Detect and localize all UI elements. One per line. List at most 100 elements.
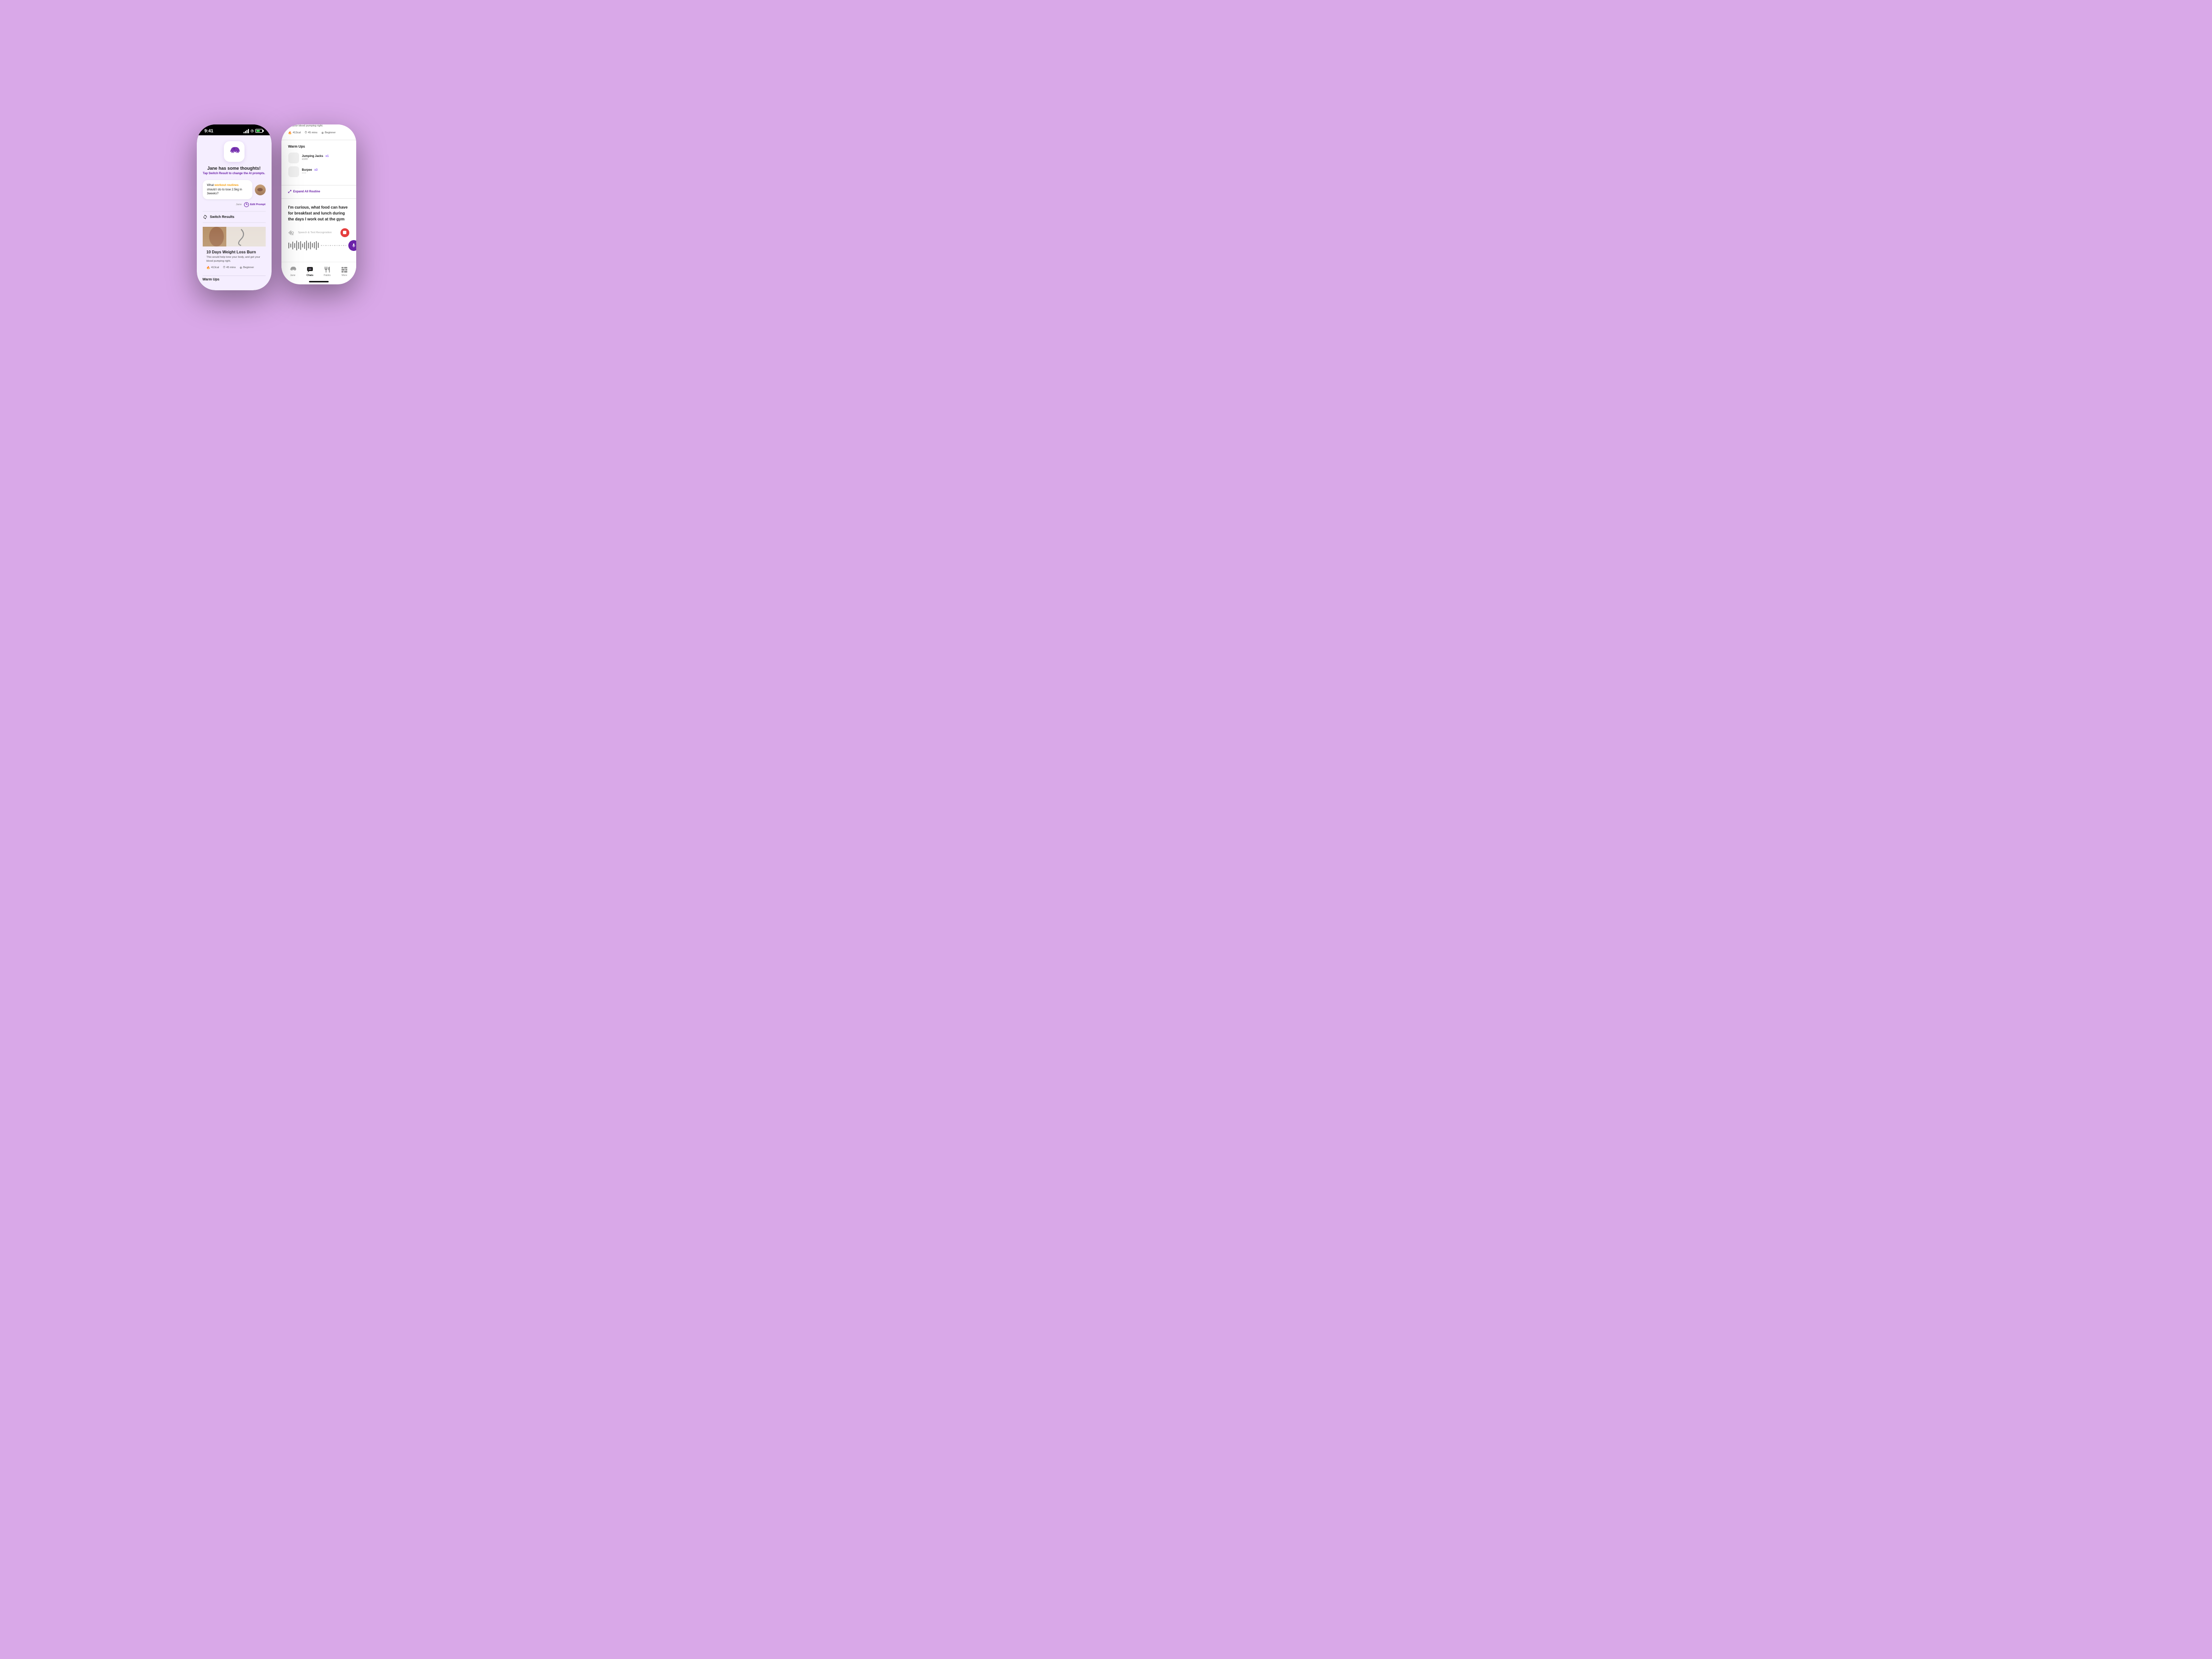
signal-bars-icon — [244, 129, 249, 133]
screen-right: get your blood pumping right. 🔥 413cal ⏱… — [281, 124, 356, 282]
greeting-highlight[interactable]: Switch Result — [209, 172, 228, 175]
exercise-info-burpee: Burpee x3 x15 — [302, 169, 349, 175]
greeting-suffix: to change the AI prompts. — [229, 172, 265, 175]
chat-date: Jane — [236, 203, 242, 206]
warm-ups-right: Warm Ups Jumping Jacks x1 x100 — [281, 140, 356, 185]
exercise-thumb-burpee — [288, 166, 299, 177]
chat-bubble-wrap: What workout routines should I do to los… — [203, 180, 266, 199]
habits-nav-label: Habits — [324, 274, 331, 277]
chat-meta: Jane ✎ Edit Prompt — [203, 202, 266, 207]
cal-stat-right: 🔥 413cal — [288, 131, 301, 135]
greeting-title: Jane has some thoughts! — [203, 166, 266, 171]
calories-stat: 🔥 413cal — [207, 266, 219, 270]
level-stat: ⊕ Beginner — [240, 266, 254, 270]
home-indicator — [309, 281, 329, 282]
time-display: 9:41 — [205, 128, 214, 133]
warm-ups-title-right: Warm Ups — [288, 145, 349, 149]
workout-desc-right: get your blood pumping right. — [288, 124, 349, 128]
switch-results-label: Switch Results — [210, 215, 235, 219]
lvl-val-right: Beginner — [325, 131, 336, 134]
level-icon: ⊕ — [240, 266, 242, 270]
edit-prompt-button[interactable]: ✎ Edit Prompt — [244, 202, 265, 207]
exercise-row-burpee: Burpee x3 x15 — [288, 166, 349, 177]
lvl-icon-right: ⊕ — [321, 131, 324, 135]
mic-button[interactable] — [348, 240, 356, 251]
nav-item-jane[interactable]: Jane — [289, 266, 296, 277]
exercise-row-jumping-jacks: Jumping Jacks x1 x100 — [288, 153, 349, 163]
workout-description: This would help tone your body, and get … — [207, 256, 262, 263]
jane-icon — [289, 266, 296, 273]
warm-ups-title-left: Warm Ups — [203, 278, 266, 283]
workout-title: 10 Days Weight Loss Burn — [207, 250, 262, 254]
app-icon — [224, 141, 245, 162]
waveform-active — [288, 241, 319, 250]
exercise-thumb-jumping-jacks — [288, 153, 299, 163]
dur-stat-right: ⏱ 45 mins — [305, 131, 317, 135]
cal-val-right: 413cal — [293, 131, 301, 134]
workout-stats: 🔥 413cal ⏱ 45 mins ⊕ Beginner — [207, 266, 262, 270]
habits-icon — [324, 266, 331, 273]
chat-highlight: workout routines — [215, 184, 239, 187]
chats-nav-icon — [307, 266, 313, 273]
chat-text-suffix: should I do to lose 2.5kg in 3weeks? — [207, 188, 242, 195]
workout-info: 10 Days Weight Loss Burn This would help… — [203, 246, 266, 273]
workout-image — [203, 227, 266, 246]
exercise-count-jumping-jacks: x100 — [302, 158, 349, 161]
flame-icon-right: 🔥 — [288, 131, 292, 135]
habits-nav-icon — [324, 266, 331, 273]
jane-nav-label: Jane — [290, 274, 296, 277]
clock-icon: ⏱ — [223, 266, 225, 270]
question-text: I'm curious, what food can have for brea… — [288, 205, 349, 222]
workout-stats-right: 🔥 413cal ⏱ 45 mins ⊕ Beginner — [288, 131, 349, 135]
phone-left: 9:41 ◷ — [197, 124, 272, 290]
fitness-logo-icon — [229, 146, 240, 157]
right-scroll-top: get your blood pumping right. 🔥 413cal ⏱… — [281, 124, 356, 140]
status-icons: ◷ — [244, 129, 263, 133]
phone-right: get your blood pumping right. 🔥 413cal ⏱… — [281, 124, 356, 284]
nav-item-habits[interactable]: Habits — [324, 266, 331, 277]
switch-icon — [203, 215, 208, 219]
greeting-prefix: Tap — [203, 172, 209, 175]
expand-label: Expand All Routine — [293, 190, 320, 193]
nav-item-more[interactable]: More — [341, 266, 348, 277]
chats-icon — [307, 266, 313, 273]
flame-icon: 🔥 — [207, 266, 210, 270]
nav-item-chats[interactable]: Chats — [307, 266, 313, 277]
more-nav-icon — [341, 266, 348, 273]
duration-value: 45 mins — [226, 266, 236, 269]
waveform-dots — [321, 245, 346, 246]
more-icon — [341, 266, 348, 273]
stop-recording-button[interactable] — [340, 228, 349, 237]
phones-container: 9:41 ◷ — [197, 124, 356, 290]
chats-nav-label: Chats — [307, 274, 313, 277]
exercise-info-jumping-jacks: Jumping Jacks x1 x100 — [302, 155, 349, 161]
screen-left: Jane has some thoughts! Tap Switch Resul… — [197, 135, 272, 290]
bottom-nav: Jane Chats — [281, 262, 356, 279]
exercise-badge-burpee: x3 — [314, 169, 318, 172]
app-icon-wrap — [203, 141, 266, 162]
level-value: Beginner — [243, 266, 254, 269]
stop-icon — [343, 231, 346, 234]
speech-recognition-row: Speech & Text Recognistion — [288, 228, 349, 237]
battery-icon — [255, 129, 264, 133]
expand-all-routine-button[interactable]: ⤢ Expand All Routine — [281, 185, 356, 199]
more-nav-label: More — [341, 274, 347, 277]
mic-icon — [351, 243, 356, 248]
switch-results-button[interactable]: Switch Results — [203, 211, 266, 223]
wifi-icon: ◷ — [250, 129, 253, 133]
lvl-stat-right: ⊕ Beginner — [321, 131, 336, 135]
speech-label: Speech & Text Recognistion — [298, 231, 332, 234]
dur-val-right: 45 mins — [308, 131, 317, 134]
edit-prompt-label: Edit Prompt — [250, 203, 265, 206]
chat-area-right: I'm curious, what food can have for brea… — [281, 199, 356, 262]
edit-icon: ✎ — [244, 202, 249, 207]
user-avatar — [255, 184, 266, 195]
waveform-row — [288, 240, 349, 251]
chat-text-prefix: What — [207, 184, 215, 187]
status-bar-left: 9:41 ◷ — [197, 124, 272, 135]
duration-stat: ⏱ 45 mins — [223, 266, 236, 270]
speech-waves-icon — [288, 229, 296, 236]
exercise-badge-jumping-jacks: x1 — [326, 155, 329, 158]
speech-left: Speech & Text Recognistion — [288, 229, 332, 236]
jane-nav-icon — [289, 266, 296, 273]
